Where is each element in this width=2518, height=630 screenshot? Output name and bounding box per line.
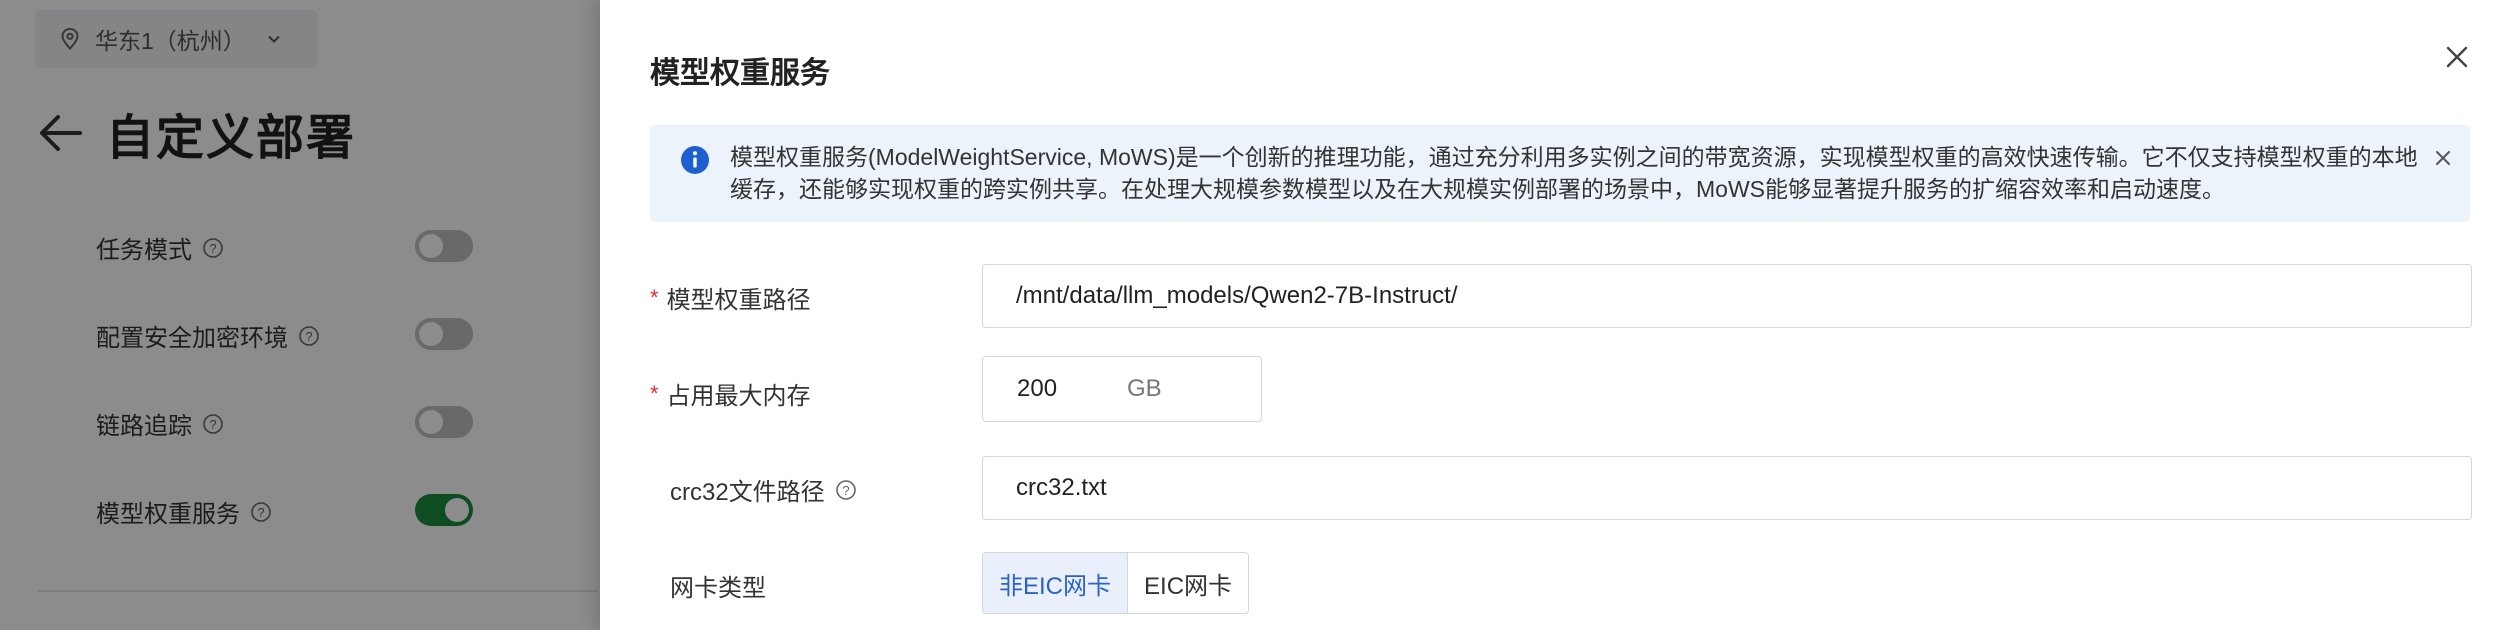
input-value: crc32.txt (1016, 474, 1107, 501)
close-icon[interactable] (2440, 40, 2474, 74)
info-icon (681, 146, 709, 174)
weight-path-input[interactable]: /mnt/data/llm_models/Qwen2-7B-Instruct/ (982, 264, 2472, 328)
nic-type-label: 网卡类型 (670, 568, 766, 603)
input-value: /mnt/data/llm_models/Qwen2-7B-Instruct/ (1016, 282, 1458, 309)
info-alert: 模型权重服务(ModelWeightService, MoWS)是一个创新的推理… (650, 125, 2470, 222)
weight-path-label: * 模型权重路径 (650, 280, 811, 315)
nic-type-selector: 非EIC网卡 EIC网卡 (982, 552, 1250, 614)
modal-overlay[interactable] (0, 0, 600, 630)
unit-suffix: GB (1127, 375, 1162, 402)
crc32-path-label: crc32文件路径 ? (670, 472, 857, 507)
info-text: 模型权重服务(ModelWeightService, MoWS)是一个创新的推理… (730, 144, 2418, 202)
required-mark: * (650, 284, 659, 310)
weight-service-drawer: 模型权重服务 模型权重服务(ModelWeightService, MoWS)是… (600, 0, 2518, 630)
max-memory-input[interactable]: 200 GB (982, 356, 1262, 422)
label-text: 模型权重路径 (666, 287, 811, 314)
required-mark: * (650, 380, 659, 406)
max-memory-label: * 占用最大内存 (650, 376, 811, 411)
close-icon[interactable] (2432, 147, 2454, 169)
drawer-title: 模型权重服务 (650, 57, 830, 90)
crc32-path-input[interactable]: crc32.txt (982, 456, 2472, 520)
svg-text:?: ? (842, 483, 849, 498)
nic-option-non-eic[interactable]: 非EIC网卡 (983, 553, 1129, 613)
label-text: 占用最大内存 (666, 383, 811, 410)
help-icon[interactable]: ? (835, 479, 857, 501)
nic-option-eic[interactable]: EIC网卡 (1128, 553, 1249, 613)
label-text: crc32文件路径 (670, 479, 825, 506)
label-text: 网卡类型 (670, 575, 766, 602)
input-value: 200 (1017, 375, 1058, 402)
